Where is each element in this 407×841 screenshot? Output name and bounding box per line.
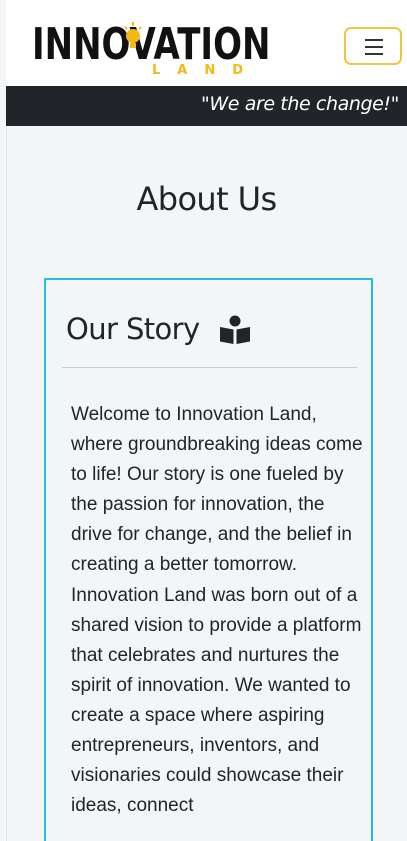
our-story-card: Our Story Welcome to Innovation Land, wh… — [44, 278, 373, 841]
lightbulb-icon — [124, 22, 142, 48]
navbar: INNOVATION LAND — [6, 0, 407, 86]
navbar-toggle-button[interactable] — [344, 27, 402, 65]
brand-logo[interactable]: INNOVATION LAND — [32, 22, 270, 82]
story-paragraph: Welcome to Innovation Land, where ground… — [71, 404, 363, 817]
hamburger-menu-icon — [365, 39, 383, 41]
story-heading: Our Story — [66, 312, 200, 346]
story-divider — [62, 367, 357, 368]
book-reader-icon — [220, 315, 250, 344]
logo-subtitle: LAND — [152, 63, 261, 78]
hamburger-menu-icon-bar — [365, 53, 383, 55]
page-title: About Us — [136, 180, 277, 218]
tagline: "We are the change!" — [201, 93, 399, 115]
hamburger-menu-icon-bar — [365, 46, 383, 48]
logo-wordmark: INNOVATION — [32, 19, 271, 71]
tagline-bar: "We are the change!" — [6, 86, 407, 126]
